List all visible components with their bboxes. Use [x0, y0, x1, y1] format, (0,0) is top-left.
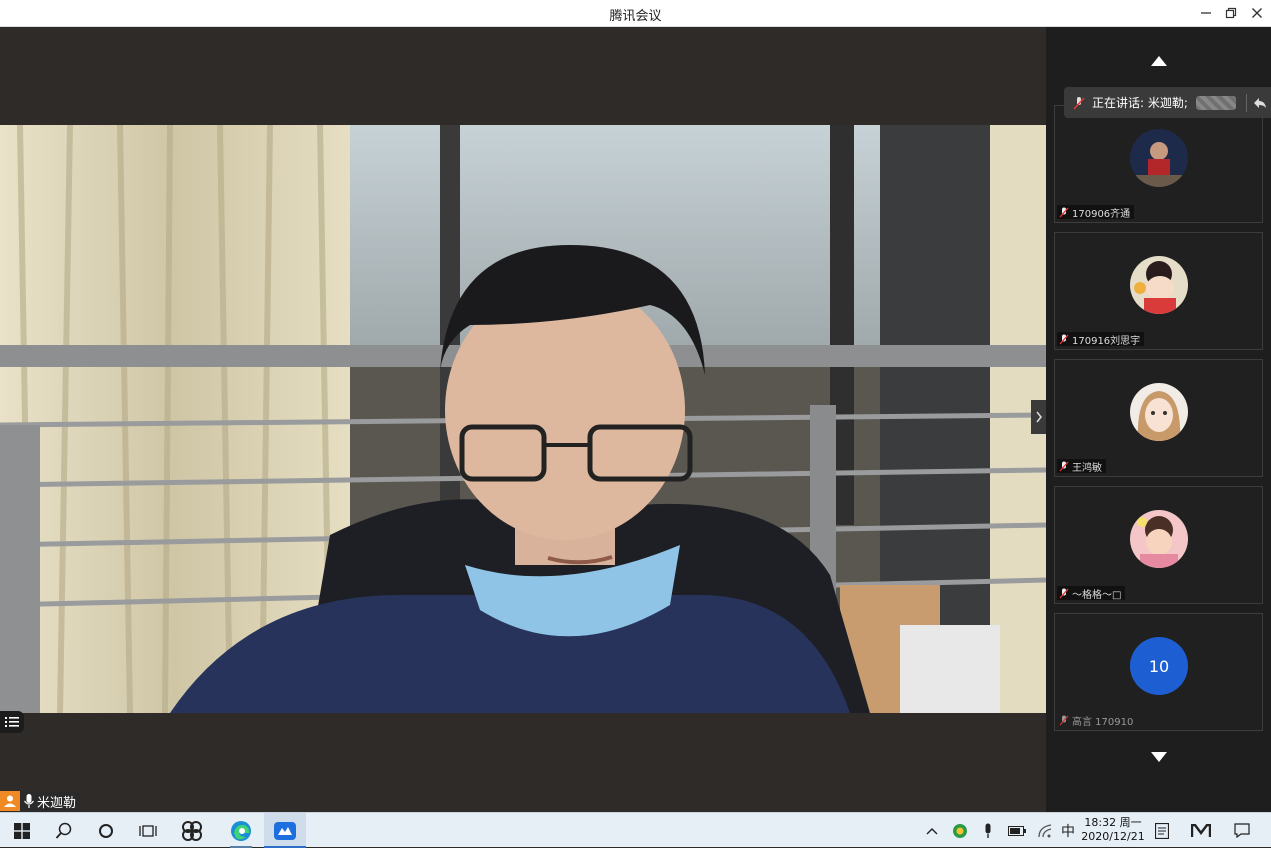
participant-caption: 王鸿敏: [1057, 459, 1106, 474]
minimize-icon: [1201, 12, 1211, 14]
main-video[interactable]: [0, 125, 1046, 713]
participant-tile[interactable]: 170916刘思宇: [1054, 232, 1263, 350]
participant-avatar: [1130, 510, 1188, 568]
search-button[interactable]: [50, 813, 78, 848]
reply-icon[interactable]: [1253, 97, 1267, 109]
show-hidden-icons-button[interactable]: [922, 813, 942, 848]
participant-avatar: [1130, 129, 1188, 187]
participant-tile[interactable]: 王鸿敏: [1054, 359, 1263, 477]
participant-avatar: [1130, 383, 1188, 441]
battery-button[interactable]: [1006, 813, 1028, 848]
participant-avatar: [1130, 256, 1188, 314]
participant-caption: 高言 170910: [1057, 713, 1137, 728]
wifi-icon: [1038, 823, 1052, 837]
participant-caption: 170916刘思宇: [1057, 332, 1145, 347]
notification-icon: [1234, 823, 1250, 838]
app-pinwheel-button[interactable]: [176, 813, 208, 848]
participant-avatar: 10: [1130, 637, 1188, 695]
tencent-meeting-taskbar-button[interactable]: [264, 813, 306, 848]
restore-icon: [1225, 7, 1237, 19]
task-view-button[interactable]: [134, 813, 162, 848]
title-bar: 腾讯会议: [0, 0, 1271, 27]
clock-time: 18:32 周一: [1084, 816, 1142, 829]
list-icon: [5, 717, 19, 727]
mic-muted-icon: [1059, 715, 1069, 725]
speaker-name: 米迦勒: [37, 795, 77, 811]
speaking-label: 正在讲话: 米迦勒;: [1092, 96, 1188, 110]
mic-muted-icon: [1059, 334, 1069, 344]
main-stage: 米迦勒: [0, 27, 1046, 812]
mic-muted-icon: [1059, 207, 1069, 217]
triangle-up-icon: [1150, 56, 1167, 66]
speaker-nameplate: 米迦勒: [0, 791, 81, 811]
scroll-up-button[interactable]: [1046, 51, 1271, 71]
window-title: 腾讯会议: [609, 9, 662, 24]
notes-button[interactable]: [1150, 813, 1174, 848]
mic-muted-icon: [1059, 461, 1069, 471]
taskbar: 中 18:32 周一 2020/12/21: [0, 812, 1271, 848]
speaking-indicator: 正在讲话: 米迦勒;: [1064, 87, 1271, 118]
search-icon: [55, 822, 72, 839]
tray-app-icon: [953, 823, 967, 838]
avatar-initials: 10: [1148, 656, 1170, 676]
microphone-icon: [24, 794, 34, 808]
ime-indicator[interactable]: 中: [1058, 813, 1078, 848]
menu-button[interactable]: [0, 711, 24, 733]
network-button[interactable]: [1036, 813, 1056, 848]
mic-muted-icon: [1073, 96, 1085, 109]
close-icon: [1252, 8, 1262, 18]
participant-panel: 170906齐通 170916刘思宇 王鸿敏 ～格格～□ 10 高言 17091…: [1046, 27, 1271, 812]
chevron-up-icon: [926, 827, 938, 834]
action-center-button[interactable]: [1228, 813, 1256, 848]
participant-caption: 170906齐通: [1057, 205, 1135, 220]
cortana-button[interactable]: [92, 813, 120, 848]
edge-icon: [231, 820, 251, 841]
participant-caption: ～格格～□: [1057, 586, 1126, 601]
cortana-icon: [99, 823, 113, 838]
tray-m-app-button[interactable]: [1188, 813, 1214, 848]
start-button[interactable]: [8, 813, 36, 848]
m-logo-icon: [1191, 823, 1211, 837]
clock[interactable]: 18:32 周一 2020/12/21: [1080, 816, 1146, 844]
user-icon: [0, 791, 20, 811]
blurred-names: [1195, 95, 1236, 110]
participant-tile[interactable]: 170906齐通: [1054, 105, 1263, 223]
tray-microphone-button[interactable]: [978, 813, 998, 848]
tencent-meeting-icon: [274, 821, 296, 840]
video-frame-image: [0, 125, 1046, 713]
scroll-down-button[interactable]: [1046, 747, 1271, 767]
edge-browser-button[interactable]: [224, 813, 258, 848]
microphone-icon: [985, 823, 991, 838]
minimize-button[interactable]: [1195, 3, 1217, 23]
battery-icon: [1008, 825, 1026, 836]
restore-button[interactable]: [1220, 3, 1242, 23]
windows-icon: [14, 822, 30, 839]
participant-tile[interactable]: ～格格～□: [1054, 486, 1263, 604]
close-button[interactable]: [1246, 3, 1268, 23]
triangle-down-icon: [1150, 752, 1167, 762]
notes-icon: [1155, 822, 1169, 839]
pinwheel-icon: [182, 820, 202, 841]
chevron-right-icon: [1035, 411, 1042, 423]
participant-tile[interactable]: 10 高言 170910: [1054, 613, 1263, 731]
clock-date: 2020/12/21: [1081, 830, 1145, 843]
tray-app-button[interactable]: [948, 813, 972, 848]
task-view-icon: [139, 824, 157, 837]
mic-muted-icon: [1059, 588, 1069, 598]
expand-panel-button[interactable]: [1031, 400, 1046, 434]
